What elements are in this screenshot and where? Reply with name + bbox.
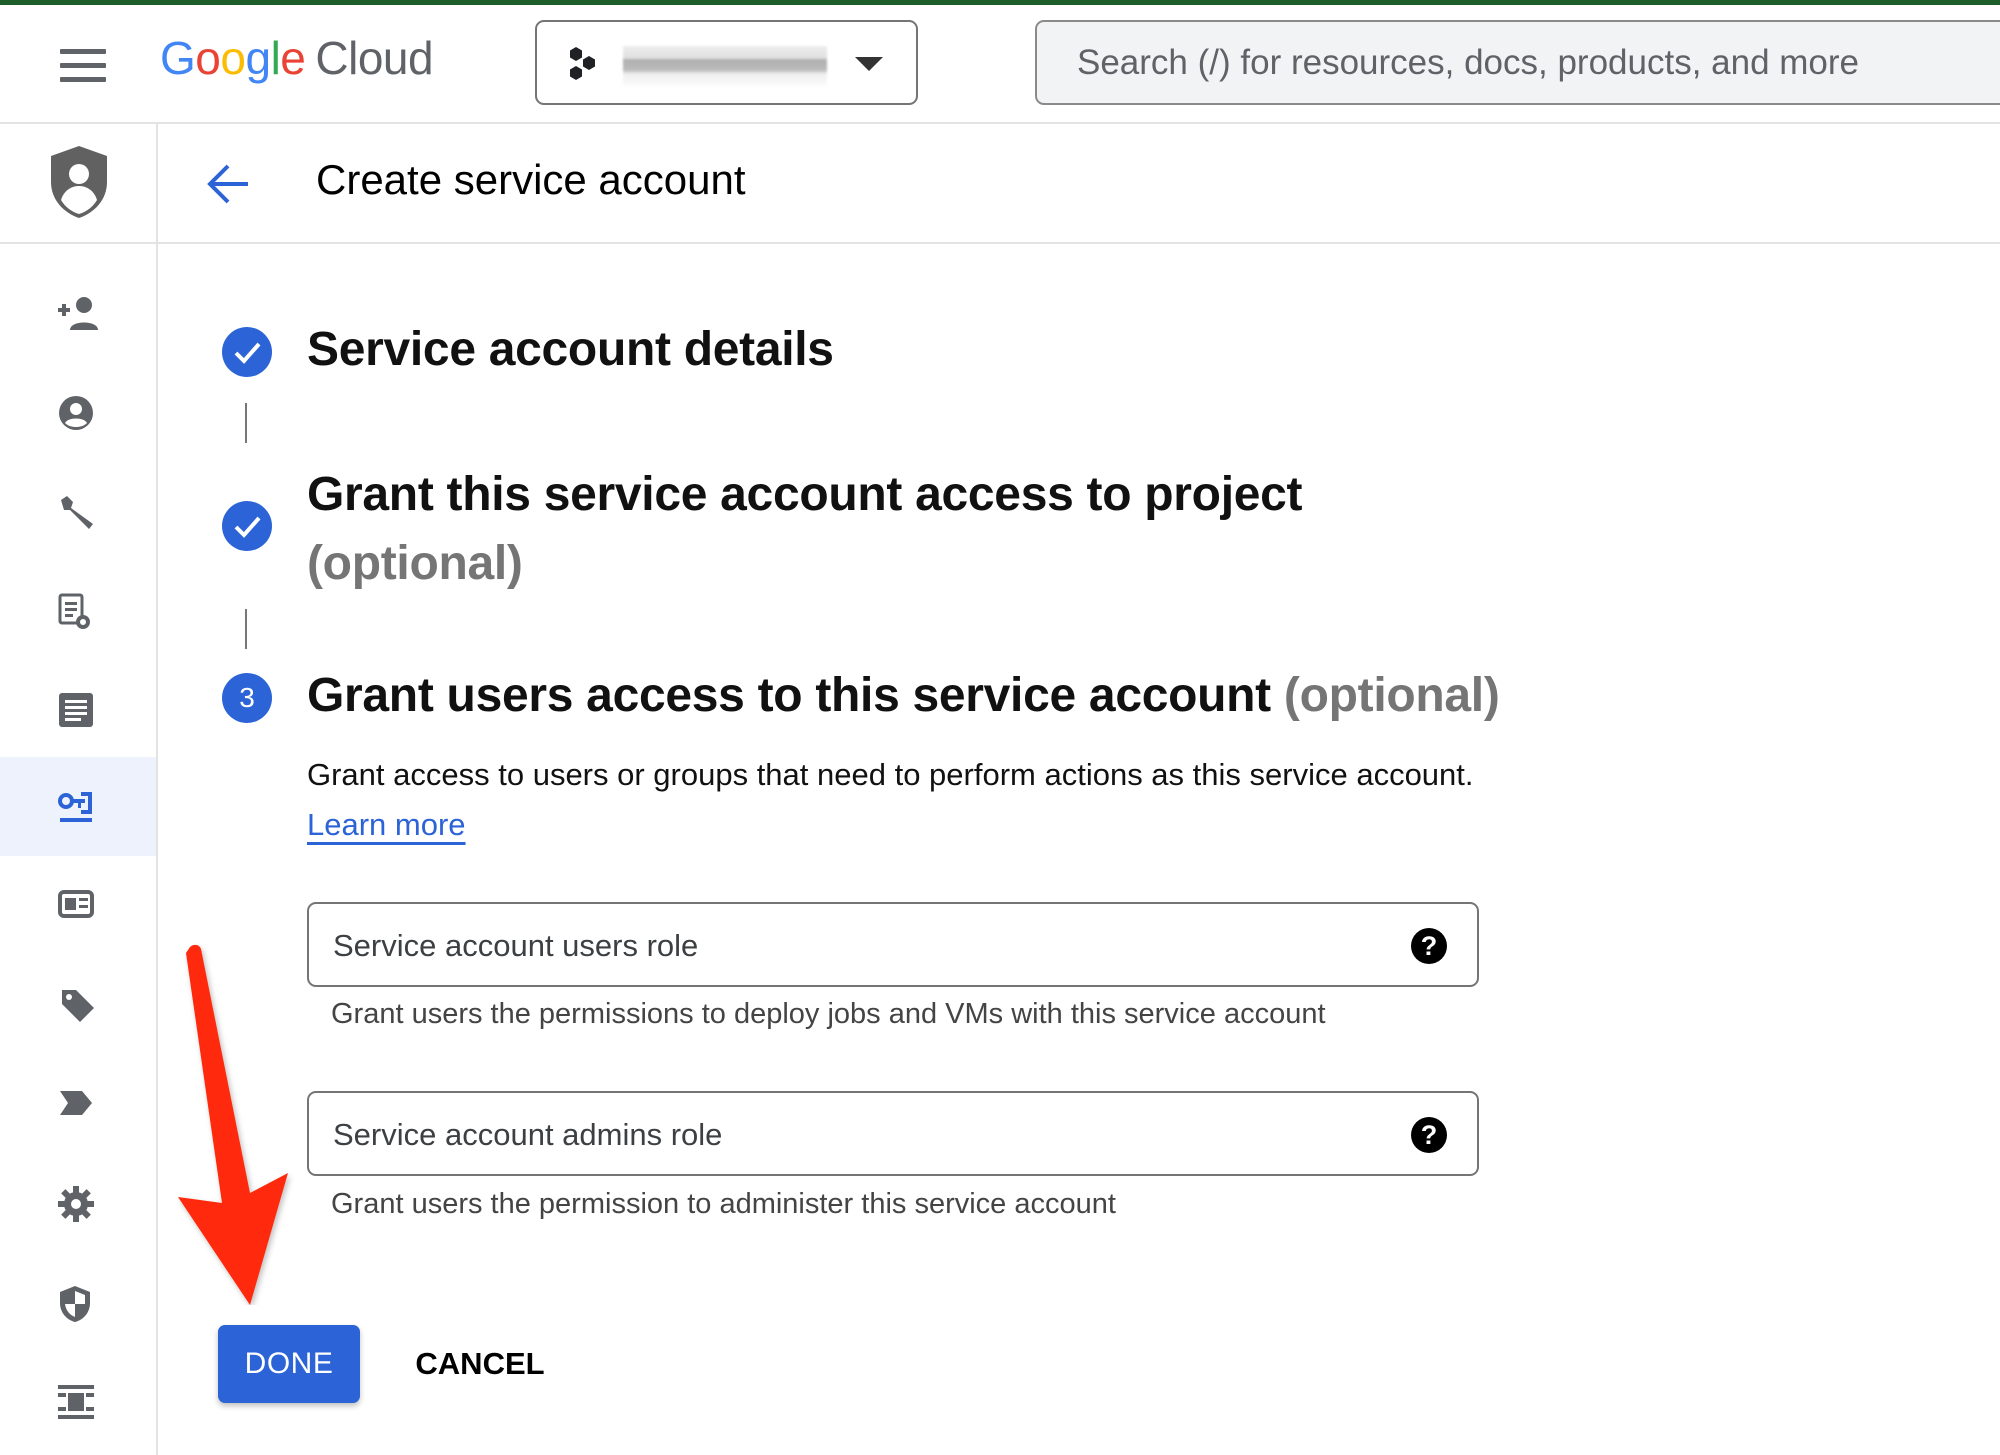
sidebar-item-policy[interactable]: [0, 561, 156, 660]
cancel-button[interactable]: CANCEL: [400, 1325, 560, 1403]
sidebar-item-identity[interactable]: [0, 857, 156, 956]
step-connector: [245, 403, 247, 443]
learn-more-link[interactable]: Learn more: [307, 807, 466, 842]
caret-down-icon: [855, 57, 883, 71]
account-circle-icon: [59, 396, 93, 430]
sidebar-item-account[interactable]: [0, 363, 156, 462]
step-1-title[interactable]: Service account details: [307, 322, 834, 377]
iam-product-header[interactable]: [0, 124, 156, 244]
done-button[interactable]: DONE: [218, 1325, 360, 1403]
service-account-users-role-field[interactable]: ?: [307, 902, 1479, 987]
project-hexagons-icon: [570, 47, 595, 80]
search-bar[interactable]: [1035, 20, 2000, 105]
project-selector[interactable]: [535, 20, 918, 105]
label-arrow-icon: [60, 1091, 92, 1115]
quotas-icon: [58, 1385, 94, 1419]
wrench-icon: [61, 496, 93, 529]
security-shield-icon: [60, 1286, 90, 1322]
sidebar-item-person-add[interactable]: [0, 264, 156, 363]
sidebar: [0, 124, 158, 1455]
identity-card-icon: [58, 890, 94, 918]
project-name-redacted: [623, 46, 827, 86]
step-1-done-check-icon: [222, 327, 272, 377]
step-3-title: Grant users access to this service accou…: [307, 669, 1500, 722]
sidebar-item-quotas[interactable]: [0, 1352, 156, 1451]
page-title-bar: Create service account: [158, 124, 2000, 244]
step-3-number-badge: 3: [222, 673, 272, 723]
google-cloud-logo[interactable]: Google Cloud: [160, 31, 434, 85]
service-account-key-icon: [58, 792, 92, 822]
sidebar-item-service-accounts[interactable]: [0, 757, 156, 856]
users-role-input[interactable]: [331, 922, 1395, 970]
arrow-back-icon[interactable]: [204, 162, 252, 206]
sidebar-item-tags[interactable]: [0, 956, 156, 1055]
help-icon[interactable]: ?: [1411, 1117, 1447, 1153]
step-2-done-check-icon: [222, 501, 272, 551]
admins-role-hint: Grant users the permission to administer…: [331, 1188, 1116, 1220]
page-title: Create service account: [316, 156, 746, 203]
search-input[interactable]: [1075, 38, 1979, 88]
sidebar-item-security[interactable]: [0, 1253, 156, 1352]
step-connector: [245, 609, 247, 649]
iam-shield-person-icon: [51, 146, 107, 218]
service-account-admins-role-field[interactable]: ?: [307, 1091, 1479, 1176]
step-3-description: Grant access to users or groups that nee…: [307, 757, 1474, 842]
sidebar-item-wrench[interactable]: [0, 462, 156, 561]
step-2-title[interactable]: Grant this service account access to pro…: [307, 460, 1303, 598]
tag-icon: [62, 990, 94, 1022]
help-icon[interactable]: ?: [1411, 928, 1447, 964]
admins-role-input[interactable]: [331, 1111, 1395, 1159]
audit-log-icon: [59, 693, 93, 727]
users-role-hint: Grant users the permissions to deploy jo…: [331, 998, 1326, 1030]
policy-document-icon: [58, 593, 90, 629]
hamburger-menu-icon[interactable]: [60, 49, 108, 83]
sidebar-item-labels[interactable]: [0, 1055, 156, 1154]
settings-gear-icon: [58, 1186, 94, 1222]
sidebar-item-settings[interactable]: [0, 1154, 156, 1253]
person-add-icon: [58, 297, 98, 330]
top-header: Google Cloud: [0, 5, 2000, 124]
sidebar-item-audit-log[interactable]: [0, 660, 156, 759]
red-annotation-arrow: [178, 944, 288, 1305]
